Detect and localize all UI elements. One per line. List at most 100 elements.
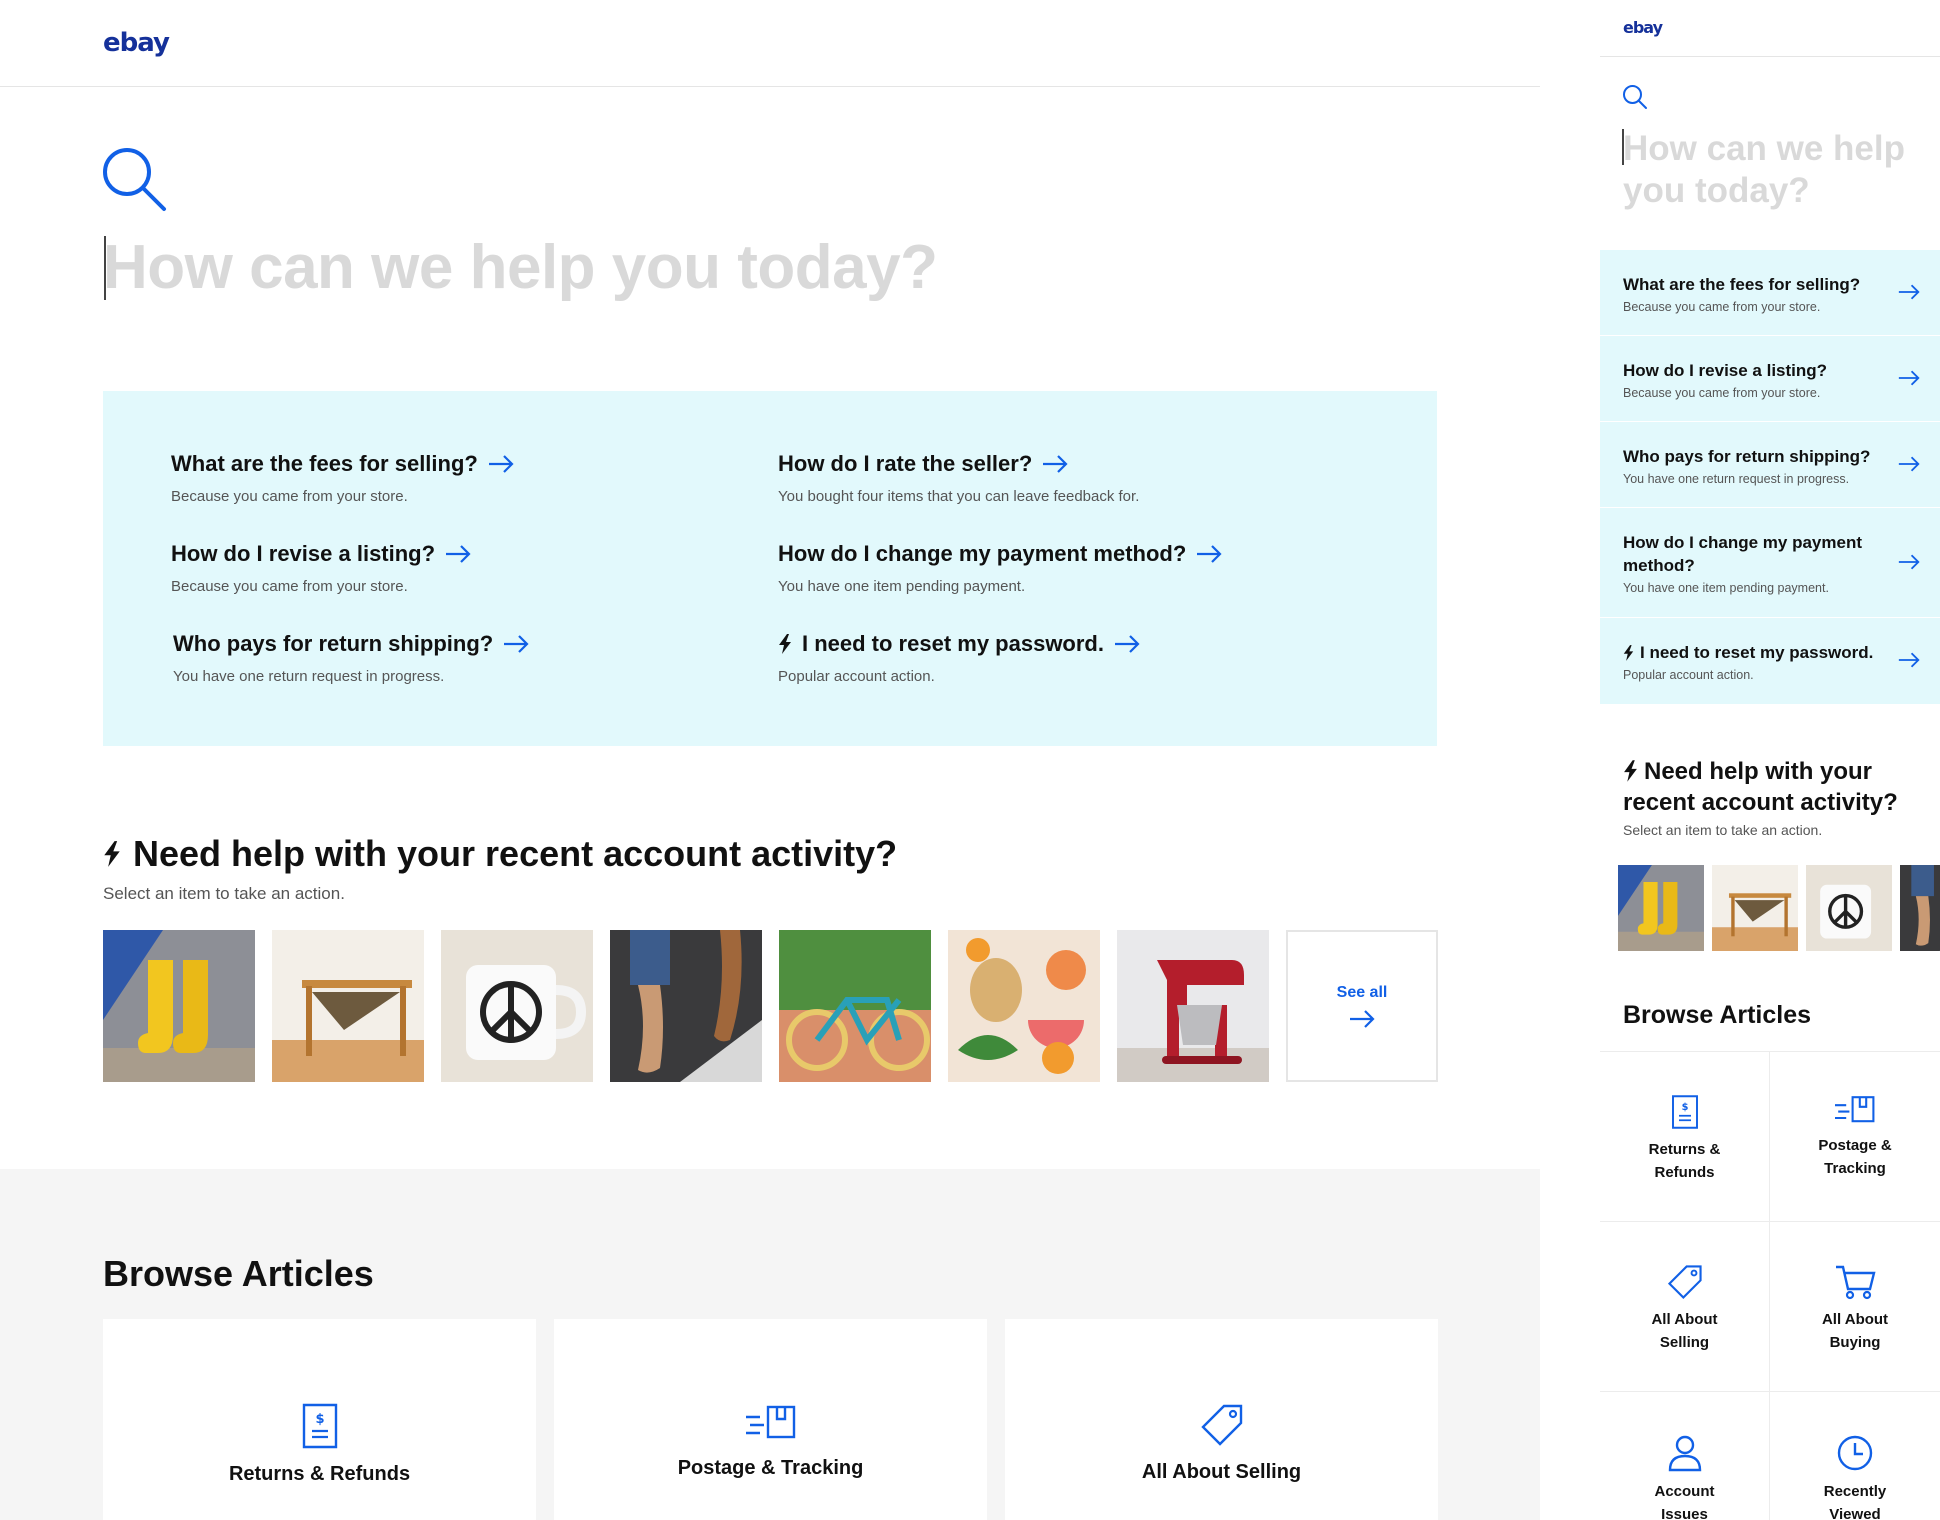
cell-label: All About: [1651, 1311, 1718, 1328]
receipt-icon: $: [302, 1403, 337, 1449]
cell-account-issues[interactable]: Account Issues: [1600, 1392, 1770, 1520]
cell-all-about-selling[interactable]: All About Selling: [1600, 1222, 1770, 1392]
activity-heading: Need help with your recent account activ…: [1623, 756, 1933, 818]
search-icon[interactable]: [1622, 84, 1648, 110]
arrow-right-icon[interactable]: [1042, 455, 1068, 473]
search-input[interactable]: How can we help you today?: [1623, 128, 1923, 212]
arrow-right-icon[interactable]: [1898, 553, 1920, 571]
search-input[interactable]: How can we help you today?: [103, 232, 938, 303]
card-returns-refunds[interactable]: $ Returns & Refunds: [103, 1319, 536, 1520]
suggestion-title[interactable]: I need to reset my password.: [1640, 641, 1873, 664]
arrow-right-icon[interactable]: [1898, 455, 1920, 473]
browse-title: Browse Articles: [103, 1253, 374, 1294]
item-fruit-platter[interactable]: [948, 930, 1100, 1082]
suggestion-reason: Because you came from your store.: [1623, 300, 1821, 314]
card-label: Returns & Refunds: [228, 1463, 411, 1485]
suggestions-panel: What are the fees for selling? Because y…: [1600, 250, 1940, 704]
suggestion-return-shipping[interactable]: Who pays for return shipping? You have o…: [1600, 422, 1940, 508]
cell-returns-refunds[interactable]: $ Returns & Refunds: [1600, 1052, 1770, 1222]
suggestion-title[interactable]: What are the fees for selling?: [1623, 273, 1880, 296]
arrow-right-icon[interactable]: [445, 545, 471, 563]
suggestion-reason: Popular account action.: [1623, 668, 1754, 682]
suggestion-fees[interactable]: What are the fees for selling? Because y…: [171, 451, 514, 505]
suggestion-reset-password[interactable]: I need to reset my password. Popular acc…: [778, 631, 1140, 685]
suggestion-reason: Because you came from your store.: [171, 488, 408, 505]
cart-icon: [1836, 1265, 1876, 1300]
browse-title: Browse Articles: [1623, 1001, 1812, 1029]
suggestion-title[interactable]: How do I rate the seller?: [778, 451, 1032, 477]
search-placeholder-line: you today?: [1623, 171, 1810, 210]
site-header: ebay: [1600, 0, 1940, 57]
arrow-right-icon: [1350, 1010, 1375, 1028]
cell-label: Selling: [1659, 1334, 1710, 1351]
site-header: ebay: [0, 0, 1540, 87]
see-all-label: See all: [1336, 984, 1388, 1001]
see-all-button[interactable]: See all: [1286, 930, 1438, 1082]
item-peace-sign-mug[interactable]: [1806, 865, 1892, 951]
activity-items: [1618, 865, 1940, 951]
suggestion-reason: You have one item pending payment.: [778, 578, 1026, 595]
suggestion-title[interactable]: I need to reset my password.: [802, 631, 1104, 657]
item-leather-sandals[interactable]: [610, 930, 762, 1082]
suggestion-payment-method[interactable]: How do I change my payment method? You h…: [778, 541, 1222, 595]
arrow-right-icon[interactable]: [1898, 283, 1920, 301]
svg-text:$: $: [1681, 1102, 1688, 1113]
package-icon: [745, 1405, 795, 1439]
cell-label: Postage &: [1818, 1137, 1892, 1154]
ebay-logo[interactable]: ebay: [103, 28, 170, 58]
card-all-about-selling[interactable]: All About Selling: [1005, 1319, 1438, 1520]
suggestion-reason: You bought four items that you can leave…: [778, 488, 1140, 505]
card-label: All About Selling: [1141, 1461, 1302, 1483]
search-icon[interactable]: [100, 145, 168, 213]
suggestion-title[interactable]: How do I change my payment method?: [778, 541, 1186, 567]
item-wooden-magazine-stand[interactable]: [1712, 865, 1798, 951]
suggestion-payment-method[interactable]: How do I change my payment method? You h…: [1600, 508, 1940, 618]
suggestion-revise[interactable]: How do I revise a listing? Because you c…: [171, 541, 471, 595]
tag-icon: [1200, 1404, 1242, 1446]
activity-title: Need help with your recent account activ…: [1623, 758, 1898, 816]
cell-label: Returns &: [1648, 1141, 1721, 1158]
clock-icon: [1837, 1435, 1873, 1471]
suggestion-title[interactable]: How do I change my payment method?: [1623, 531, 1880, 577]
suggestion-reset-password[interactable]: I need to reset my password. Popular acc…: [1600, 618, 1940, 704]
arrow-right-icon[interactable]: [1898, 651, 1920, 669]
suggestion-title[interactable]: Who pays for return shipping?: [173, 631, 493, 657]
card-postage-tracking[interactable]: Postage & Tracking: [554, 1319, 987, 1520]
suggestion-title[interactable]: How do I revise a listing?: [1623, 359, 1880, 382]
suggestion-fees[interactable]: What are the fees for selling? Because y…: [1600, 250, 1940, 336]
suggestion-reason: Because you came from your store.: [171, 578, 408, 595]
suggestion-return-shipping[interactable]: Who pays for return shipping? You have o…: [173, 631, 529, 685]
item-teal-bicycle[interactable]: [779, 930, 931, 1082]
suggestion-title[interactable]: How do I revise a listing?: [171, 541, 435, 567]
lightning-icon: [1624, 760, 1637, 782]
arrow-right-icon[interactable]: [1898, 369, 1920, 387]
activity-items: See all: [103, 930, 1438, 1082]
svg-text:$: $: [315, 1412, 324, 1427]
lightning-icon: [779, 634, 791, 654]
suggestions-panel: What are the fees for selling? Because y…: [103, 391, 1437, 746]
item-red-stand-mixer[interactable]: [1117, 930, 1269, 1082]
cell-all-about-buying[interactable]: All About Buying: [1770, 1222, 1940, 1392]
suggestion-reason: You have one item pending payment.: [1623, 581, 1829, 595]
suggestion-title[interactable]: Who pays for return shipping?: [1623, 445, 1880, 468]
item-yellow-rain-boots[interactable]: [1618, 865, 1704, 951]
arrow-right-icon[interactable]: [1114, 635, 1140, 653]
arrow-right-icon[interactable]: [503, 635, 529, 653]
item-yellow-rain-boots[interactable]: [103, 930, 255, 1082]
suggestion-reason: Popular account action.: [778, 668, 935, 685]
suggestion-reason: Because you came from your store.: [1623, 386, 1821, 400]
item-leather-sandals[interactable]: [1900, 865, 1940, 951]
tag-icon: [1667, 1265, 1702, 1300]
suggestion-title[interactable]: What are the fees for selling?: [171, 451, 478, 477]
item-wooden-magazine-stand[interactable]: [272, 930, 424, 1082]
suggestion-revise[interactable]: How do I revise a listing? Because you c…: [1600, 336, 1940, 422]
cell-postage-tracking[interactable]: Postage & Tracking: [1770, 1052, 1940, 1222]
browse-cards: $ Returns & Refunds Postage & Tracking A…: [103, 1319, 1438, 1520]
arrow-right-icon[interactable]: [1196, 545, 1222, 563]
item-peace-sign-mug[interactable]: [441, 930, 593, 1082]
cell-recently-viewed[interactable]: Recently Viewed: [1770, 1392, 1940, 1520]
ebay-logo[interactable]: ebay: [1623, 18, 1663, 37]
suggestion-rate-seller[interactable]: How do I rate the seller? You bought fou…: [778, 451, 1139, 505]
arrow-right-icon[interactable]: [488, 455, 514, 473]
person-icon: [1668, 1435, 1701, 1472]
